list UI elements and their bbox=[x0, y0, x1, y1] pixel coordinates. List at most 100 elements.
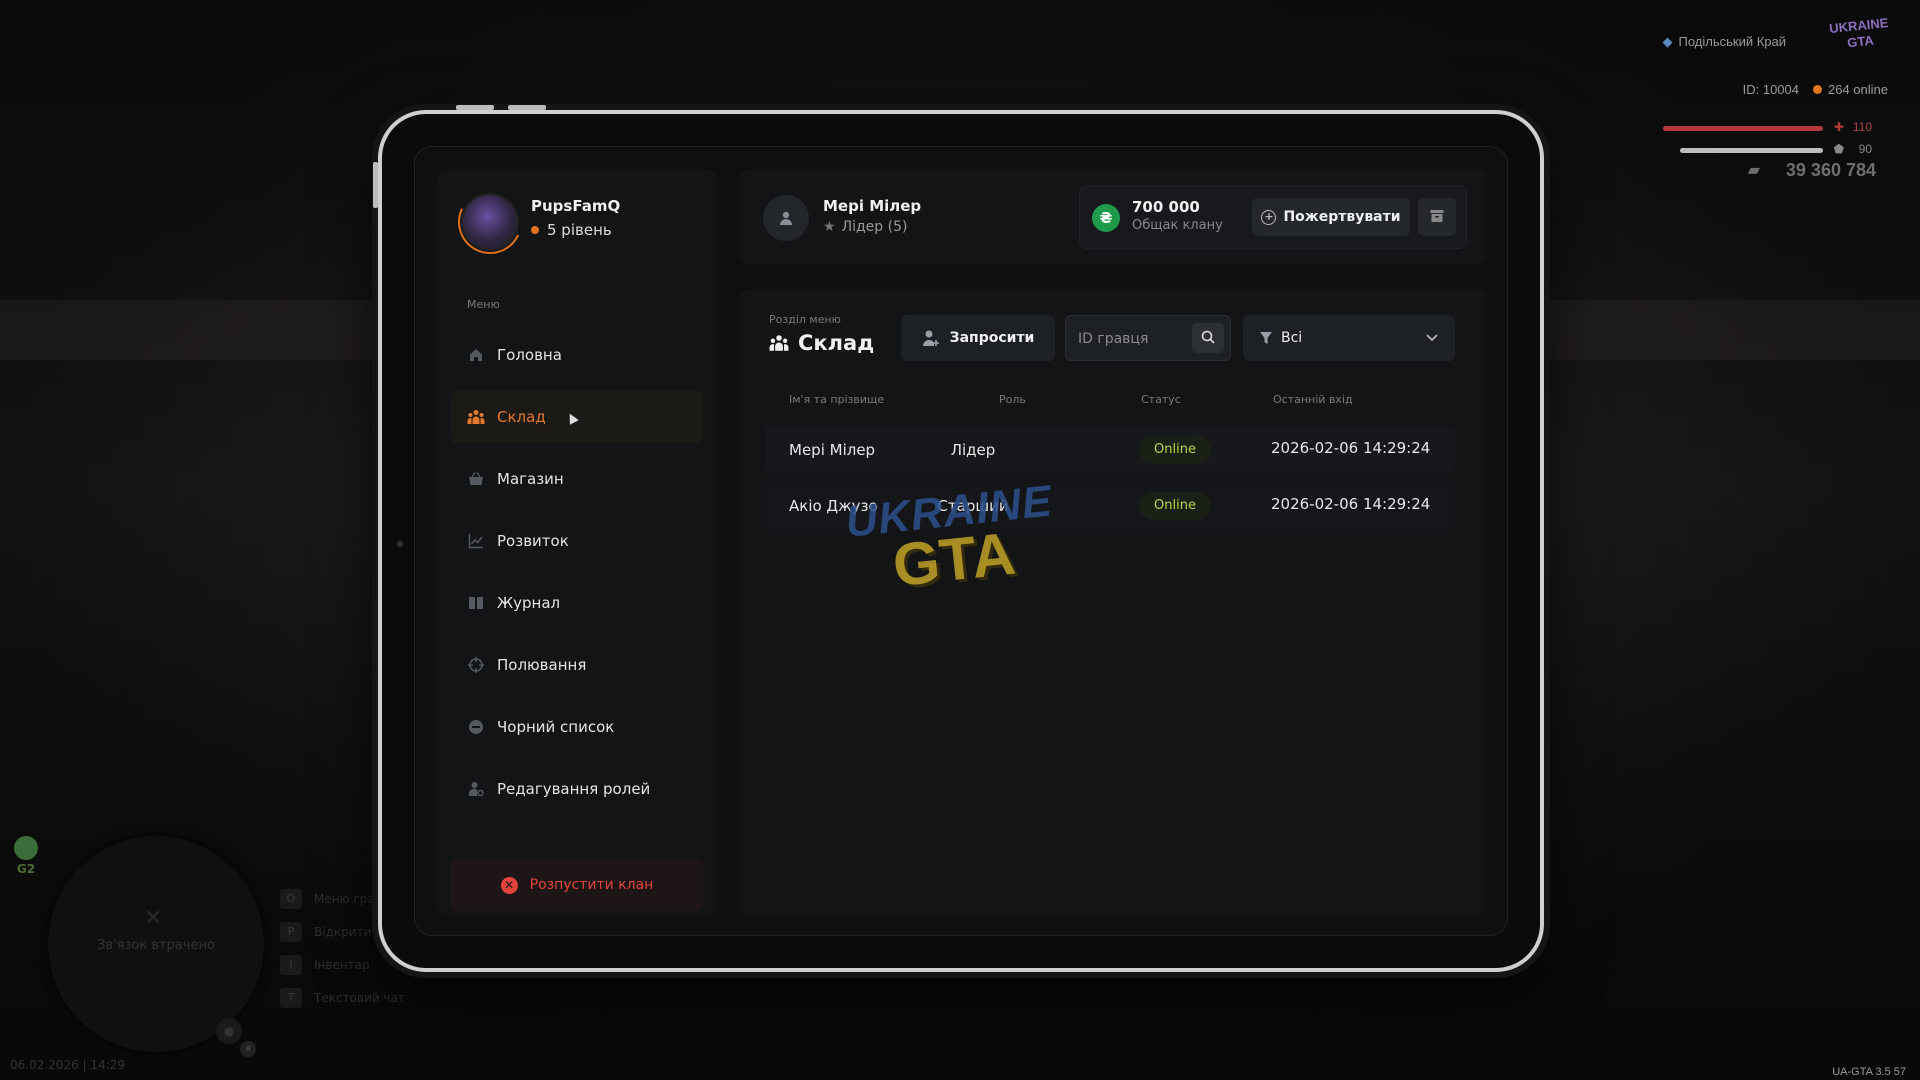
plus-circle-icon: + bbox=[1261, 209, 1277, 225]
game-logo: UKRAINE GTA bbox=[1828, 15, 1890, 51]
role-filter-select[interactable]: Всі bbox=[1243, 315, 1455, 361]
star-icon: ★ bbox=[823, 219, 836, 235]
user-role: ★ Лідер (5) bbox=[823, 219, 907, 235]
users-icon bbox=[467, 408, 485, 426]
sidebar-item-label: Полювання bbox=[497, 656, 587, 674]
chart-icon bbox=[467, 532, 485, 550]
money-value: 39 360 784 bbox=[1785, 160, 1876, 180]
main-panel: Розділ меню Склад Запросити Всі bbox=[739, 289, 1487, 915]
armor-bar bbox=[1680, 148, 1823, 153]
add-user-icon bbox=[922, 329, 940, 347]
table-row[interactable]: Мері Мілер Лідер Online 2026-02-06 14:29… bbox=[765, 427, 1455, 473]
level-dot-icon bbox=[531, 226, 539, 234]
gps-icon bbox=[14, 836, 38, 860]
top-right-hud: ◆ Подільський Край UKRAINE GTA ID: 10004 2… bbox=[1600, 0, 1920, 190]
money-icon: ▰ bbox=[1747, 162, 1760, 179]
column-header-last-login: Останній вхід bbox=[1273, 393, 1353, 406]
tablet-camera bbox=[397, 541, 403, 547]
member-role: Лідер bbox=[950, 441, 996, 459]
invite-label: Запросити bbox=[949, 330, 1035, 346]
key-label: Відкрити bbox=[314, 924, 372, 939]
connection-lost-text: Зв'язок втрачено bbox=[97, 938, 215, 953]
user-role-text: Лідер (5) bbox=[841, 219, 908, 235]
key-cap: O bbox=[280, 888, 302, 909]
section-label: Розділ меню bbox=[769, 313, 841, 326]
member-name: Мері Мілер bbox=[789, 441, 876, 459]
sidebar-item-warehouse[interactable]: Склад bbox=[451, 391, 703, 443]
player-id-search bbox=[1065, 315, 1231, 361]
user-name: Мері Мілер bbox=[823, 197, 922, 215]
sidebar-item-blacklist[interactable]: Чорний список bbox=[451, 701, 703, 753]
bank-label: Общак клану bbox=[1132, 218, 1223, 233]
hryvnia-coin-icon: ₴ bbox=[1092, 204, 1120, 232]
tablet-button bbox=[456, 105, 494, 110]
key-label: Інвентар bbox=[314, 957, 370, 972]
sidebar-item-development[interactable]: Розвиток bbox=[451, 515, 703, 567]
sidebar-item-home[interactable]: Головна bbox=[451, 329, 703, 381]
key-cap: I bbox=[280, 954, 302, 975]
search-button[interactable] bbox=[1192, 323, 1224, 353]
close-circle-icon: ✕ bbox=[500, 876, 518, 894]
bank-amount: 700 000 bbox=[1132, 198, 1200, 216]
search-icon bbox=[1201, 329, 1215, 348]
key-label: Меню гра bbox=[314, 891, 375, 906]
game-datetime: 06.02.2026 | 14:29 bbox=[10, 1058, 125, 1072]
table-header: Ім'я та прізвище Роль Статус Останній вх… bbox=[789, 393, 1469, 413]
sidebar-item-shop[interactable]: Магазин bbox=[451, 453, 703, 505]
search-input[interactable] bbox=[1078, 328, 1188, 350]
sidebar-item-hunting[interactable]: Полювання bbox=[451, 639, 703, 691]
basket-icon bbox=[467, 470, 485, 488]
version-info: UA-GTA 3.5 57 bbox=[1832, 1066, 1906, 1078]
sidebar-item-label: Магазин bbox=[497, 470, 564, 488]
player-id: ID: 10004 bbox=[1742, 82, 1799, 97]
health-icon: ✚ bbox=[1833, 120, 1844, 134]
table-row[interactable]: Акіо Джузо Старший Online 2026-02-06 14:… bbox=[765, 483, 1455, 529]
archive-icon bbox=[1430, 208, 1444, 227]
member-last-login: 2026-02-06 14:29:24 bbox=[1271, 439, 1431, 457]
mouse-cursor-icon bbox=[565, 411, 579, 425]
sidebar-item-label: Чорний список bbox=[497, 718, 615, 736]
member-role: Старший bbox=[937, 497, 1009, 515]
invite-button[interactable]: Запросити bbox=[901, 315, 1055, 361]
tablet-button bbox=[508, 105, 546, 110]
sidebar-menu: Головна Склад Магазин Розвиток Журнал По… bbox=[451, 329, 703, 825]
donate-label: Пожертвувати bbox=[1283, 209, 1401, 225]
book-icon bbox=[467, 594, 485, 612]
key-cap: T bbox=[280, 987, 302, 1008]
key-cap: P bbox=[280, 921, 302, 942]
tablet-device: PupsFamQ 5 рівень Меню Головна Склад Маг… bbox=[373, 105, 1544, 972]
member-name: Акіо Джузо bbox=[789, 497, 878, 515]
armor-icon: ⬟ bbox=[1833, 142, 1844, 156]
player-profile: PupsFamQ 5 рівень bbox=[448, 180, 701, 264]
sidebar-item-journal[interactable]: Журнал bbox=[451, 577, 703, 629]
member-last-login: 2026-02-06 14:29:24 bbox=[1271, 495, 1431, 513]
block-icon bbox=[467, 718, 485, 736]
level-progress-ring bbox=[448, 180, 532, 264]
users-icon bbox=[769, 334, 789, 352]
sidebar-item-label: Редагування ролей bbox=[497, 780, 651, 798]
gps-label: G2 bbox=[16, 862, 36, 876]
armor-value: 90 bbox=[1858, 142, 1872, 156]
crosshair-icon bbox=[467, 656, 485, 674]
player-name: PupsFamQ bbox=[531, 197, 621, 215]
disband-clan-label: Розпустити клан bbox=[529, 877, 654, 893]
gps-indicator: G2 bbox=[10, 836, 42, 876]
clan-bank: ₴ 700 000 Общак клану + Пожертвувати bbox=[1079, 185, 1467, 249]
key-label: Текстовий чат bbox=[314, 990, 405, 1005]
online-dot-icon bbox=[1813, 85, 1822, 94]
server-name-text: Подільський Край bbox=[1678, 34, 1786, 49]
chevron-down-icon bbox=[1425, 330, 1439, 344]
location-pin-icon: ◆ bbox=[1662, 34, 1673, 49]
server-name: ◆ Подільський Край bbox=[1662, 34, 1786, 50]
column-header-role: Роль bbox=[999, 393, 1026, 406]
player-level-text: 5 рівень bbox=[547, 221, 612, 239]
disband-clan-button[interactable]: ✕ Розпустити клан bbox=[451, 859, 703, 911]
keybind-row: I Інвентар bbox=[280, 948, 405, 981]
sidebar-item-edit-roles[interactable]: Редагування ролей bbox=[451, 763, 703, 815]
donate-button[interactable]: + Пожертвувати bbox=[1252, 198, 1410, 236]
column-header-status: Статус bbox=[1141, 393, 1181, 406]
user-gear-icon bbox=[467, 780, 485, 798]
tablet-screen: PupsFamQ 5 рівень Меню Головна Склад Маг… bbox=[414, 146, 1508, 936]
sidebar-item-label: Головна bbox=[497, 346, 562, 364]
archive-button[interactable] bbox=[1418, 198, 1456, 236]
